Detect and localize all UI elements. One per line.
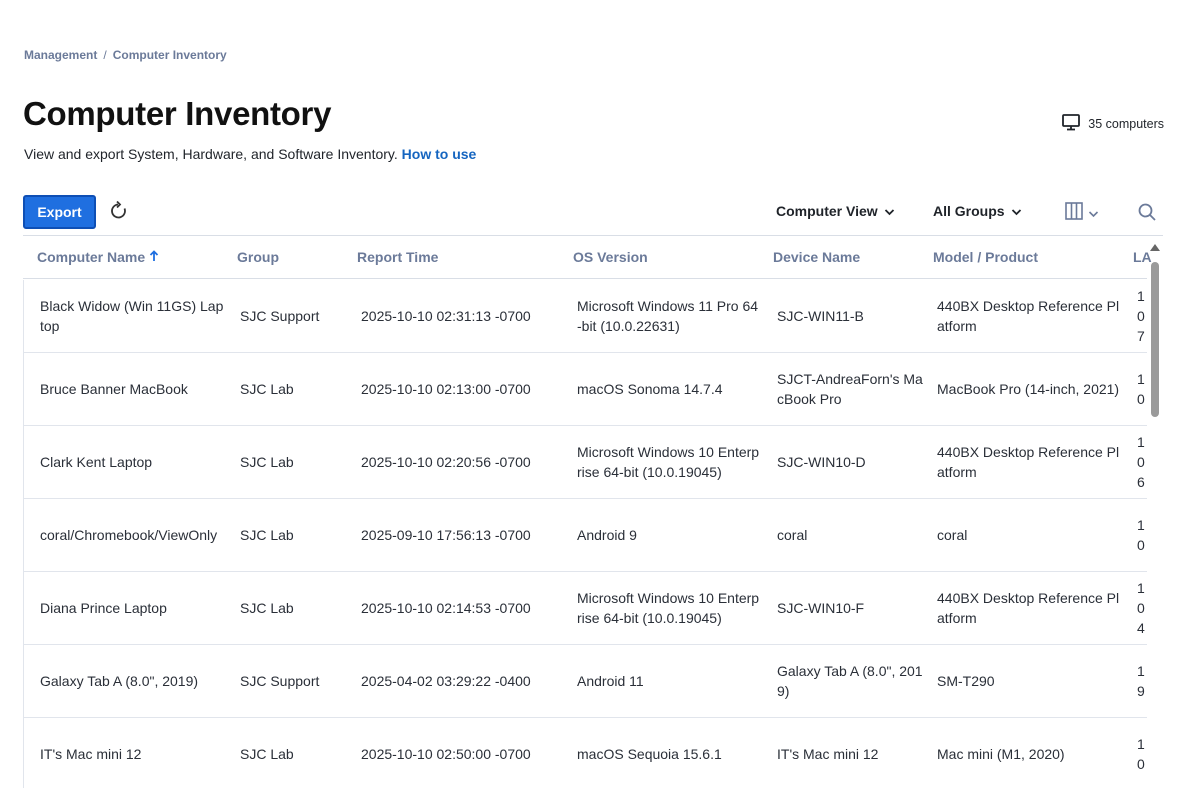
cell-report-time: 2025-10-10 02:20:56 -0700 — [361, 454, 531, 470]
cell-last: 10 — [1137, 371, 1145, 407]
cell-group: SJC Lab — [240, 454, 294, 470]
computer-count-label: 35 computers — [1088, 116, 1164, 131]
cell-model-product: 440BX Desktop Reference Platform — [937, 298, 1120, 334]
cell-os-version: Microsoft Windows 10 Enterprise 64-bit (… — [577, 590, 760, 626]
cell-last: 10 — [1137, 736, 1145, 772]
cell-model-product: coral — [937, 527, 968, 543]
cell-computer-name[interactable]: Clark Kent Laptop — [40, 426, 226, 498]
chevron-down-icon — [1088, 205, 1099, 223]
cell-last: 19 — [1137, 663, 1145, 699]
cell-last: 10 4 — [1137, 580, 1145, 636]
chevron-down-icon — [1011, 203, 1022, 219]
cell-os-version: Android 9 — [577, 527, 637, 543]
table-row[interactable]: coral/Chromebook/ViewOnly SJC Lab 2025-0… — [24, 499, 1147, 572]
column-header-group[interactable]: Group — [237, 249, 279, 265]
cell-model-product: Mac mini (M1, 2020) — [937, 746, 1065, 762]
computer-view-label: Computer View — [776, 203, 878, 219]
cell-os-version: macOS Sequoia 15.6.1 — [577, 746, 722, 762]
all-groups-label: All Groups — [933, 203, 1005, 219]
page-subtitle: View and export System, Hardware, and So… — [24, 146, 476, 162]
toolbar-divider — [23, 235, 1163, 236]
column-header-label: Computer Name — [37, 249, 146, 265]
cell-os-version: macOS Sonoma 14.7.4 — [577, 381, 723, 397]
cell-os-version: Microsoft Windows 10 Enterprise 64-bit (… — [577, 444, 760, 480]
vertical-scrollbar[interactable] — [1149, 244, 1161, 788]
cell-computer-name[interactable]: IT's Mac mini 12 — [40, 718, 226, 788]
cell-group: SJC Lab — [240, 600, 294, 616]
subtitle-text: View and export System, Hardware, and So… — [24, 146, 398, 162]
cell-last: 10 6 — [1137, 434, 1145, 490]
chevron-down-icon — [884, 203, 895, 219]
cell-report-time: 2025-09-10 17:56:13 -0700 — [361, 527, 531, 543]
scrollbar-thumb[interactable] — [1151, 262, 1159, 417]
cell-report-time: 2025-10-10 02:50:00 -0700 — [361, 746, 531, 762]
column-header-computer-name[interactable]: Computer Name — [37, 249, 159, 265]
computer-view-dropdown[interactable]: Computer View — [776, 203, 895, 219]
refresh-icon[interactable] — [108, 200, 130, 222]
cell-computer-name[interactable]: Galaxy Tab A (8.0", 2019) — [40, 645, 226, 717]
table-row[interactable]: Clark Kent Laptop SJC Lab 2025-10-10 02:… — [24, 426, 1147, 499]
cell-device-name: SJC-WIN11-B — [777, 308, 864, 324]
cell-group: SJC Lab — [240, 746, 294, 762]
cell-report-time: 2025-10-10 02:14:53 -0700 — [361, 600, 531, 616]
scroll-up-arrow-icon[interactable] — [1150, 244, 1160, 251]
cell-group: SJC Lab — [240, 527, 294, 543]
cell-computer-name[interactable]: Black Widow (Win 11GS) Laptop — [40, 280, 226, 352]
arrow-up-icon — [149, 249, 159, 265]
breadcrumb: Management / Computer Inventory — [24, 48, 227, 62]
cell-report-time: 2025-10-10 02:31:13 -0700 — [361, 308, 531, 324]
cell-last: 10 7 — [1137, 288, 1145, 344]
cell-last: 10 — [1137, 517, 1145, 553]
cell-device-name: SJC-WIN10-D — [777, 454, 866, 470]
cell-model-product: 440BX Desktop Reference Platform — [937, 590, 1120, 626]
cell-group: SJC Lab — [240, 381, 294, 397]
table-row[interactable]: Diana Prince Laptop SJC Lab 2025-10-10 0… — [24, 572, 1147, 645]
column-header-os-version[interactable]: OS Version — [573, 249, 648, 265]
column-header-model-product[interactable]: Model / Product — [933, 249, 1038, 265]
cell-device-name: coral — [777, 527, 808, 543]
cell-device-name: SJCT-AndreaForn's MacBook Pro — [777, 371, 923, 407]
table-body: Black Widow (Win 11GS) Laptop SJC Suppor… — [23, 280, 1147, 788]
cell-computer-name[interactable]: coral/Chromebook/ViewOnly — [40, 499, 226, 571]
table-row[interactable]: Galaxy Tab A (8.0", 2019) SJC Support 20… — [24, 645, 1147, 718]
all-groups-dropdown[interactable]: All Groups — [933, 203, 1022, 219]
cell-model-product: MacBook Pro (14-inch, 2021) — [937, 381, 1120, 397]
column-header-report-time[interactable]: Report Time — [357, 249, 438, 265]
computer-count: 35 computers — [1061, 112, 1164, 135]
column-header-device-name[interactable]: Device Name — [773, 249, 860, 265]
cell-computer-name[interactable]: Diana Prince Laptop — [40, 572, 226, 644]
cell-group: SJC Support — [240, 673, 320, 689]
page-title: Computer Inventory — [23, 95, 332, 132]
cell-model-product: 440BX Desktop Reference Platform — [937, 444, 1120, 480]
cell-device-name: Galaxy Tab A (8.0", 2019) — [777, 663, 923, 699]
breadcrumb-separator: / — [103, 48, 107, 62]
cell-os-version: Microsoft Windows 11 Pro 64-bit (10.0.22… — [577, 298, 759, 334]
table-row[interactable]: Black Widow (Win 11GS) Laptop SJC Suppor… — [24, 280, 1147, 353]
columns-icon — [1064, 200, 1084, 227]
cell-os-version: Android 11 — [577, 673, 644, 689]
cell-computer-name[interactable]: Bruce Banner MacBook — [40, 353, 226, 425]
breadcrumb-management[interactable]: Management — [24, 48, 97, 62]
breadcrumb-current: Computer Inventory — [112, 48, 227, 62]
cell-device-name: SJC-WIN10-F — [777, 600, 865, 616]
search-icon[interactable] — [1137, 202, 1157, 227]
monitor-icon — [1061, 112, 1081, 135]
table-row[interactable]: Bruce Banner MacBook SJC Lab 2025-10-10 … — [24, 353, 1147, 426]
how-to-use-link[interactable]: How to use — [402, 146, 477, 162]
table-header: Computer Name Group Report Time OS Versi… — [23, 237, 1152, 279]
table-row[interactable]: IT's Mac mini 12 SJC Lab 2025-10-10 02:5… — [24, 718, 1147, 788]
cell-model-product: SM-T290 — [937, 673, 995, 689]
export-button[interactable]: Export — [23, 195, 96, 229]
columns-picker-button[interactable] — [1064, 200, 1099, 227]
cell-report-time: 2025-04-02 03:29:22 -0400 — [361, 673, 531, 689]
cell-group: SJC Support — [240, 308, 320, 324]
cell-device-name: IT's Mac mini 12 — [777, 746, 879, 762]
cell-report-time: 2025-10-10 02:13:00 -0700 — [361, 381, 531, 397]
